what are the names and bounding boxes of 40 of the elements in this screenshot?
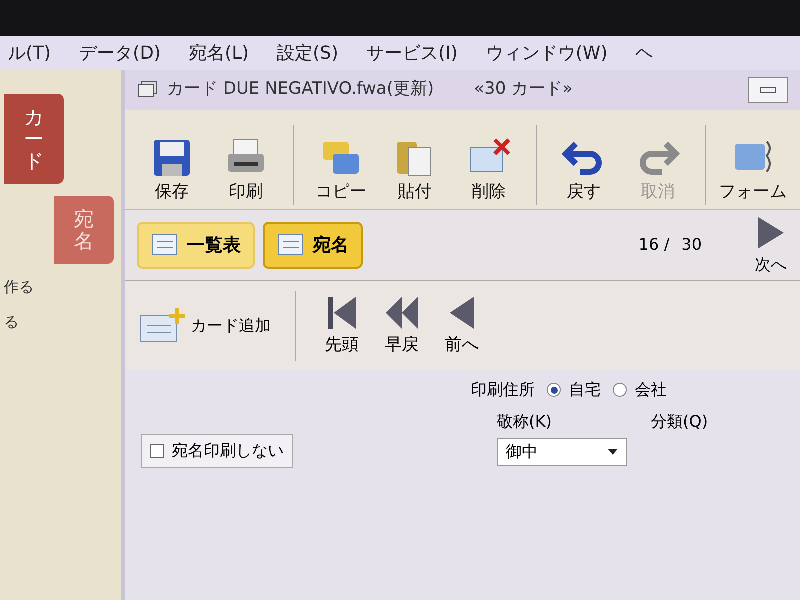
card-count: «30 カード» — [474, 78, 573, 102]
field-label: 敬称(K) — [497, 411, 553, 433]
menu-item[interactable]: ル(T) — [8, 40, 52, 66]
nav-button[interactable]: 前へ — [444, 292, 480, 358]
record-total: 30 — [682, 234, 702, 256]
menu-item[interactable]: 設定(S) — [277, 40, 339, 66]
radio-option[interactable]: 会社 — [613, 378, 667, 402]
window-title: カード DUE NEGATIVO.fwa(更新) — [167, 78, 434, 102]
add-card-button[interactable]: カード追加 — [137, 290, 296, 360]
honorific-dropdown[interactable]: 御中 — [497, 438, 627, 466]
nav-button[interactable]: 先頭 — [324, 292, 360, 358]
nav-button[interactable]: 早戻 — [384, 292, 420, 358]
cards-icon — [137, 81, 159, 99]
toolbar-button[interactable]: 削除 — [454, 136, 524, 205]
menu-item[interactable]: ウィンドウ(W) — [486, 40, 608, 66]
toolbar-button[interactable]: 保存 — [137, 136, 207, 205]
view-button[interactable]: 宛名 — [263, 222, 363, 268]
sidebar-text: 作る — [4, 277, 35, 298]
menu-item[interactable]: 宛名(L) — [188, 40, 250, 66]
view-button[interactable]: 一覧表 — [137, 222, 255, 268]
menu-item[interactable]: データ(D) — [79, 40, 161, 66]
card-list-icon — [277, 233, 305, 257]
field-label: 分類(Q) — [651, 411, 708, 433]
radio-option[interactable]: 自宅 — [547, 378, 601, 402]
minimize-button[interactable] — [748, 77, 788, 103]
toolbar-button[interactable]: 貼付 — [380, 136, 450, 205]
toolbar-button[interactable]: 印刷 — [211, 136, 281, 205]
caret-icon — [608, 449, 618, 455]
next-button[interactable]: 次へ — [754, 213, 788, 277]
toolbar-button[interactable]: 戻す — [549, 136, 619, 205]
no-print-checkbox[interactable]: 宛名印刷しない — [141, 434, 293, 468]
toolbar-button[interactable]: コピー — [306, 136, 376, 205]
card-list-icon — [151, 233, 179, 257]
record-position: 16 / — [638, 234, 670, 256]
menu-item[interactable]: サービス(I) — [366, 40, 458, 66]
sidebar-text: る — [4, 312, 20, 332]
toolbar-button[interactable]: フォーム — [718, 136, 788, 205]
menu-item[interactable]: ヘ — [636, 40, 654, 66]
field-label: 印刷住所 — [471, 379, 535, 401]
sidebar-tab[interactable]: カード — [4, 94, 64, 184]
